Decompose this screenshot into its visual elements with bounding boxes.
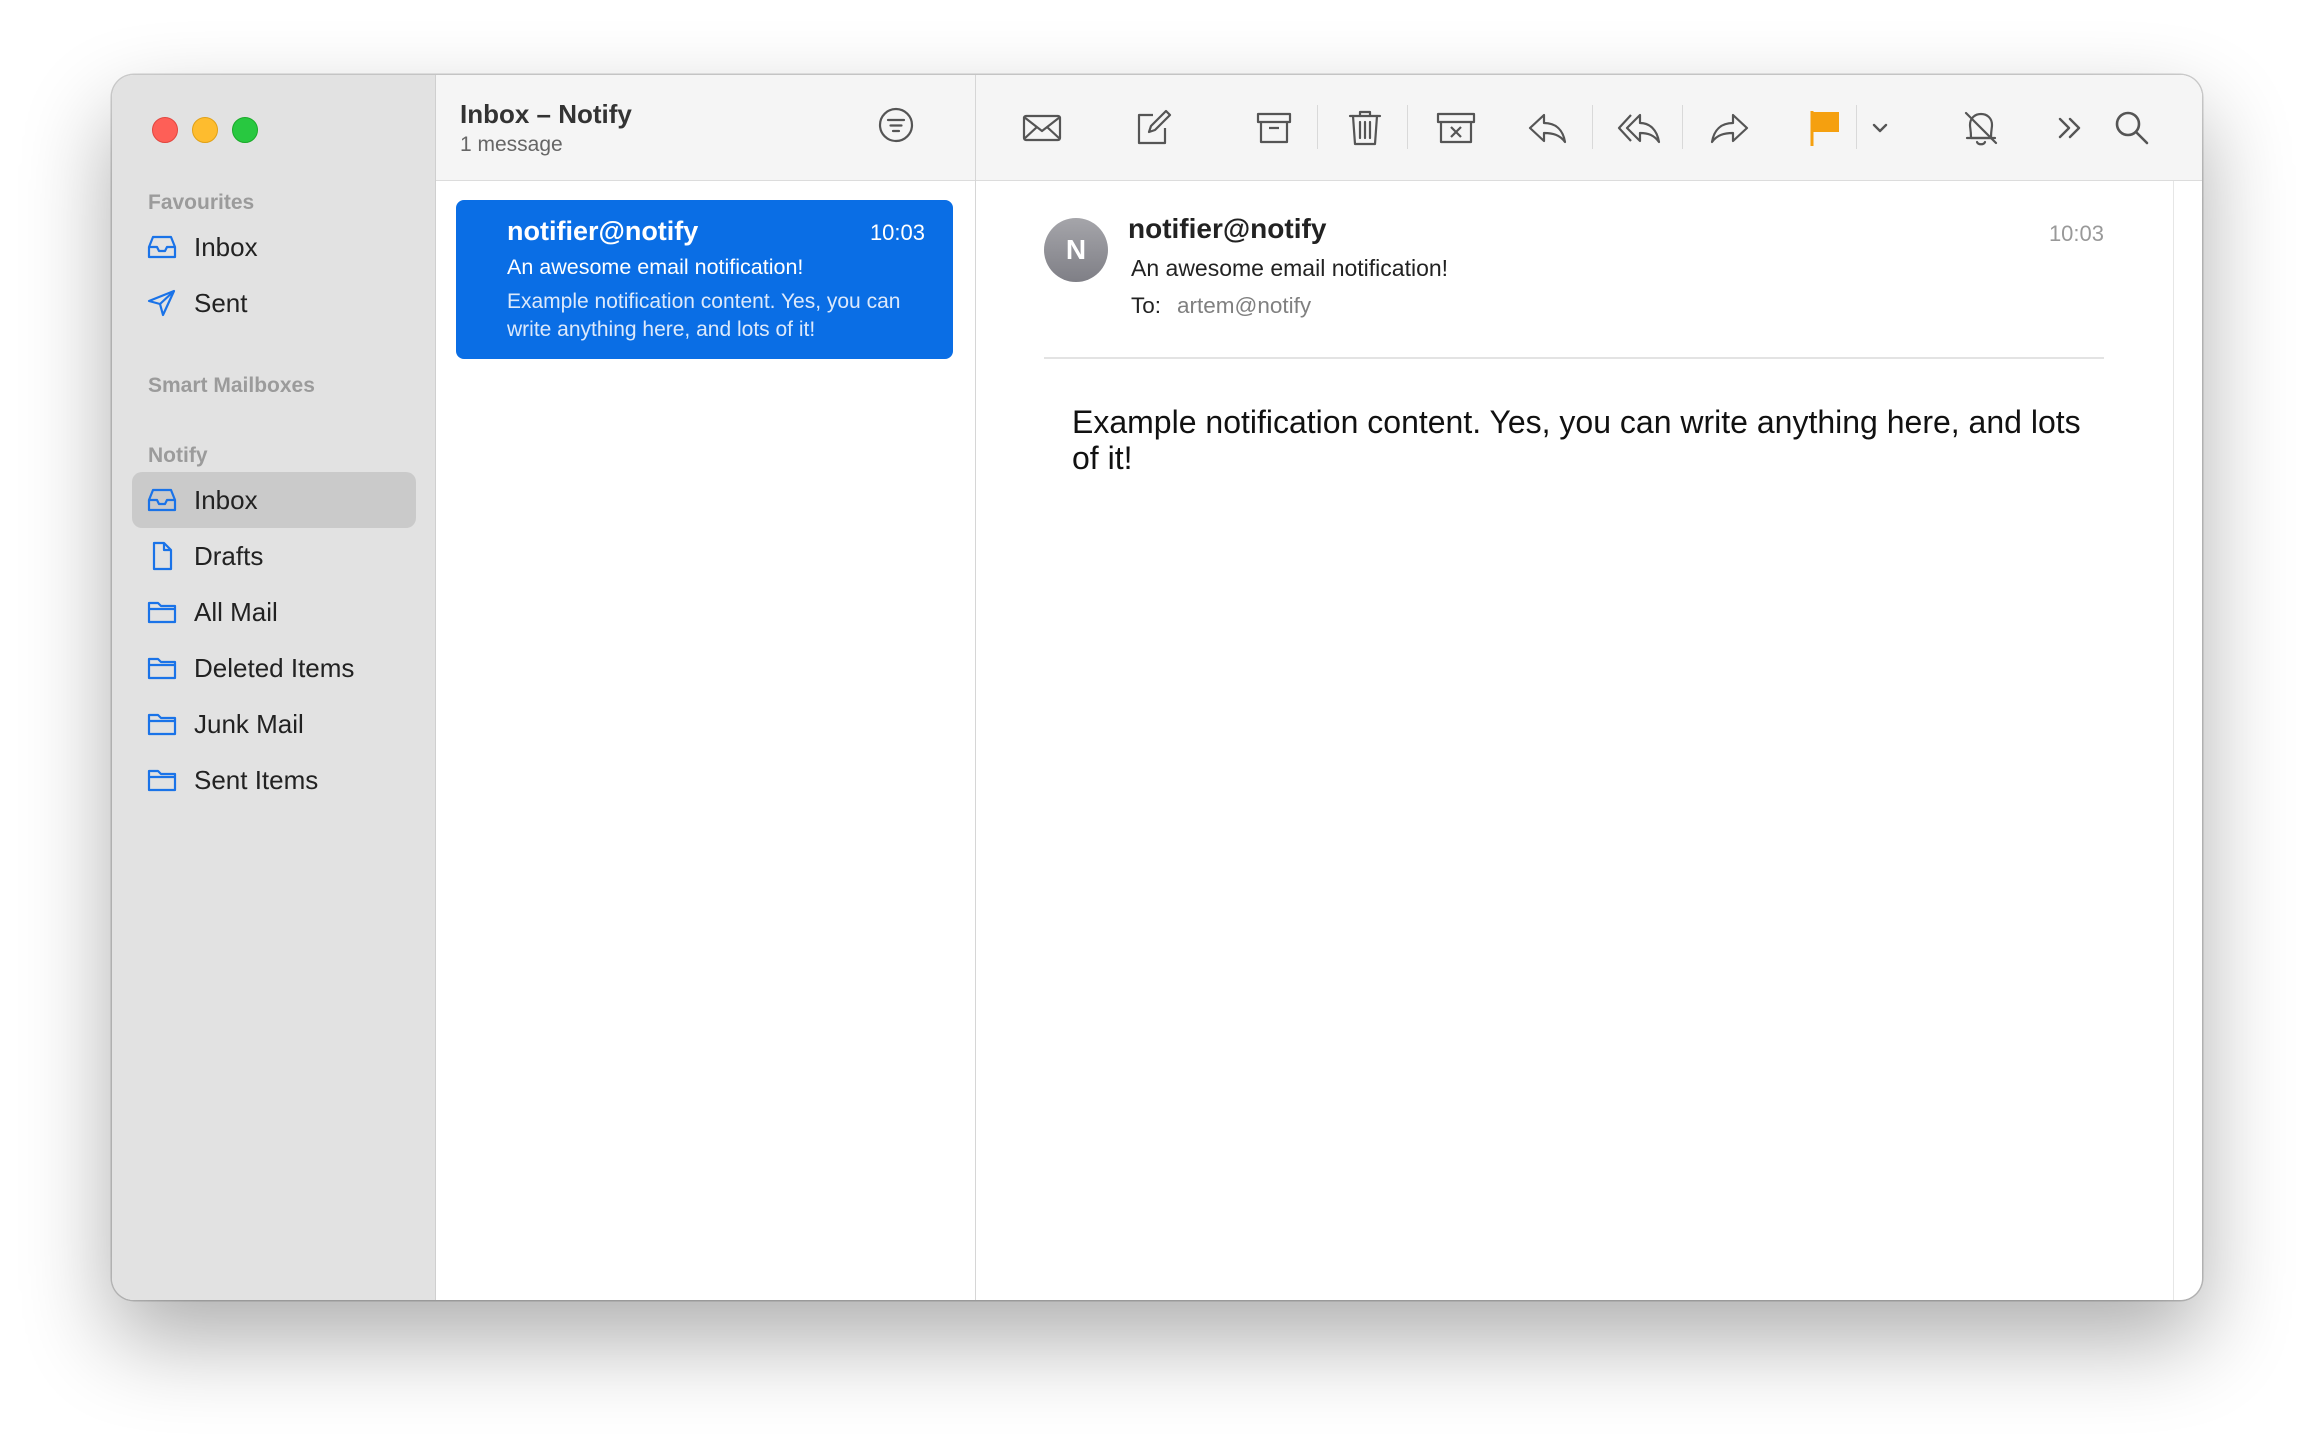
account-header[interactable]: Notify bbox=[148, 444, 208, 468]
message-preview: Example notification content. Yes, you c… bbox=[507, 290, 901, 341]
search-button[interactable] bbox=[2109, 105, 2155, 151]
junk-button[interactable] bbox=[1433, 105, 1479, 151]
delete-button[interactable] bbox=[1342, 105, 1388, 151]
compose-button[interactable] bbox=[1130, 105, 1176, 151]
search-icon bbox=[2115, 111, 2149, 145]
folder-icon bbox=[147, 601, 177, 624]
sidebar-item-label: Inbox bbox=[194, 485, 258, 515]
message-subject: An awesome email notification! bbox=[1131, 255, 1449, 281]
folder-icon bbox=[147, 713, 177, 736]
avatar: N bbox=[1044, 218, 1108, 282]
forward-icon bbox=[1710, 113, 1749, 144]
message-count: 1 message bbox=[460, 133, 563, 156]
minimize-button[interactable] bbox=[192, 117, 218, 143]
sidebar-item-label: Inbox bbox=[194, 232, 258, 262]
sidebar-item-junk-mail[interactable]: Junk Mail bbox=[132, 696, 416, 752]
envelope-icon bbox=[1022, 114, 1062, 142]
mail-window: Favourites Inbox Sent Smart Mailboxes No… bbox=[112, 75, 2202, 1300]
message-sender: notifier@notify bbox=[507, 216, 699, 246]
more-tools-button[interactable] bbox=[2047, 105, 2093, 151]
paper-plane-icon bbox=[147, 289, 176, 317]
sidebar-item-label: Sent bbox=[194, 288, 248, 318]
folder-icon bbox=[147, 769, 177, 792]
message-body: Example notification content. Yes, you c… bbox=[1072, 404, 2081, 476]
chevron-down-icon bbox=[1872, 123, 1888, 133]
reply-all-button[interactable] bbox=[1616, 105, 1662, 151]
reply-icon bbox=[1528, 113, 1567, 144]
toolbar-separator bbox=[1856, 105, 1857, 149]
sender-name[interactable]: notifier@notify bbox=[1128, 213, 1326, 245]
toolbar-separator bbox=[1407, 105, 1408, 149]
sidebar-item-all-mail[interactable]: All Mail bbox=[132, 584, 416, 640]
sidebar-item-label: Drafts bbox=[194, 541, 264, 571]
filter-icon[interactable] bbox=[876, 105, 916, 145]
get-mail-button[interactable] bbox=[1019, 105, 1065, 151]
favourites-header[interactable]: Favourites bbox=[148, 191, 254, 215]
sidebar-item-label: Sent Items bbox=[194, 765, 319, 795]
message-subject: An awesome email notification! bbox=[507, 255, 804, 279]
sidebar-item-favourites-inbox[interactable]: Inbox bbox=[132, 219, 416, 275]
message-list-pane: Inbox – Notify 1 message notifier@notify… bbox=[436, 75, 976, 1300]
sidebar-item-label: All Mail bbox=[194, 597, 278, 627]
inbox-icon bbox=[147, 235, 177, 259]
recipient-address[interactable]: artem@notify bbox=[1177, 293, 1311, 319]
recipient-label: To: bbox=[1131, 293, 1162, 318]
close-button[interactable] bbox=[152, 117, 178, 143]
toolbar bbox=[976, 75, 2202, 181]
reply-all-icon bbox=[1617, 113, 1661, 144]
archive-button[interactable] bbox=[1251, 105, 1297, 151]
sidebar-item-label: Deleted Items bbox=[194, 653, 355, 683]
smart-mailboxes-header[interactable]: Smart Mailboxes bbox=[148, 374, 315, 398]
flag-button[interactable] bbox=[1802, 105, 1848, 151]
zoom-button[interactable] bbox=[232, 117, 258, 143]
toolbar-separator bbox=[1682, 105, 1683, 149]
message-reader-pane: N notifier@notify 10:03 An awesome email… bbox=[976, 75, 2202, 1300]
sidebar-item-favourites-sent[interactable]: Sent bbox=[132, 275, 416, 331]
sidebar-item-sent-items[interactable]: Sent Items bbox=[132, 752, 416, 808]
junk-icon bbox=[1436, 112, 1476, 144]
mailbox-title: Inbox – Notify bbox=[460, 99, 632, 129]
message-list-header: Inbox – Notify 1 message bbox=[436, 75, 975, 181]
mute-button[interactable] bbox=[1958, 105, 2004, 151]
bell-slash-icon bbox=[1964, 111, 1998, 146]
sidebar: Favourites Inbox Sent Smart Mailboxes No… bbox=[112, 75, 436, 1300]
toolbar-separator bbox=[1317, 105, 1318, 149]
message-time: 10:03 bbox=[2048, 221, 2104, 246]
document-icon bbox=[152, 541, 173, 571]
forward-button[interactable] bbox=[1707, 105, 1753, 151]
trash-icon bbox=[1348, 110, 1382, 146]
message-list-item[interactable]: notifier@notify 10:03 An awesome email n… bbox=[456, 200, 953, 359]
archive-icon bbox=[1256, 112, 1292, 144]
scrollbar-track[interactable] bbox=[2173, 181, 2174, 1300]
toolbar-separator bbox=[1592, 105, 1593, 149]
flag-menu-button[interactable] bbox=[1866, 105, 1894, 151]
overflow-icon bbox=[2058, 117, 2081, 139]
flag-icon bbox=[1810, 111, 1839, 146]
sidebar-item-drafts[interactable]: Drafts bbox=[132, 528, 416, 584]
header-divider bbox=[1044, 357, 2104, 359]
compose-icon bbox=[1137, 109, 1172, 145]
message-time: 10:03 bbox=[869, 220, 925, 245]
sidebar-item-label: Junk Mail bbox=[194, 709, 304, 739]
inbox-icon bbox=[147, 488, 177, 512]
sidebar-item-deleted-items[interactable]: Deleted Items bbox=[132, 640, 416, 696]
folder-icon bbox=[147, 657, 177, 680]
reply-button[interactable] bbox=[1524, 105, 1570, 151]
sidebar-item-inbox[interactable]: Inbox bbox=[132, 472, 416, 528]
